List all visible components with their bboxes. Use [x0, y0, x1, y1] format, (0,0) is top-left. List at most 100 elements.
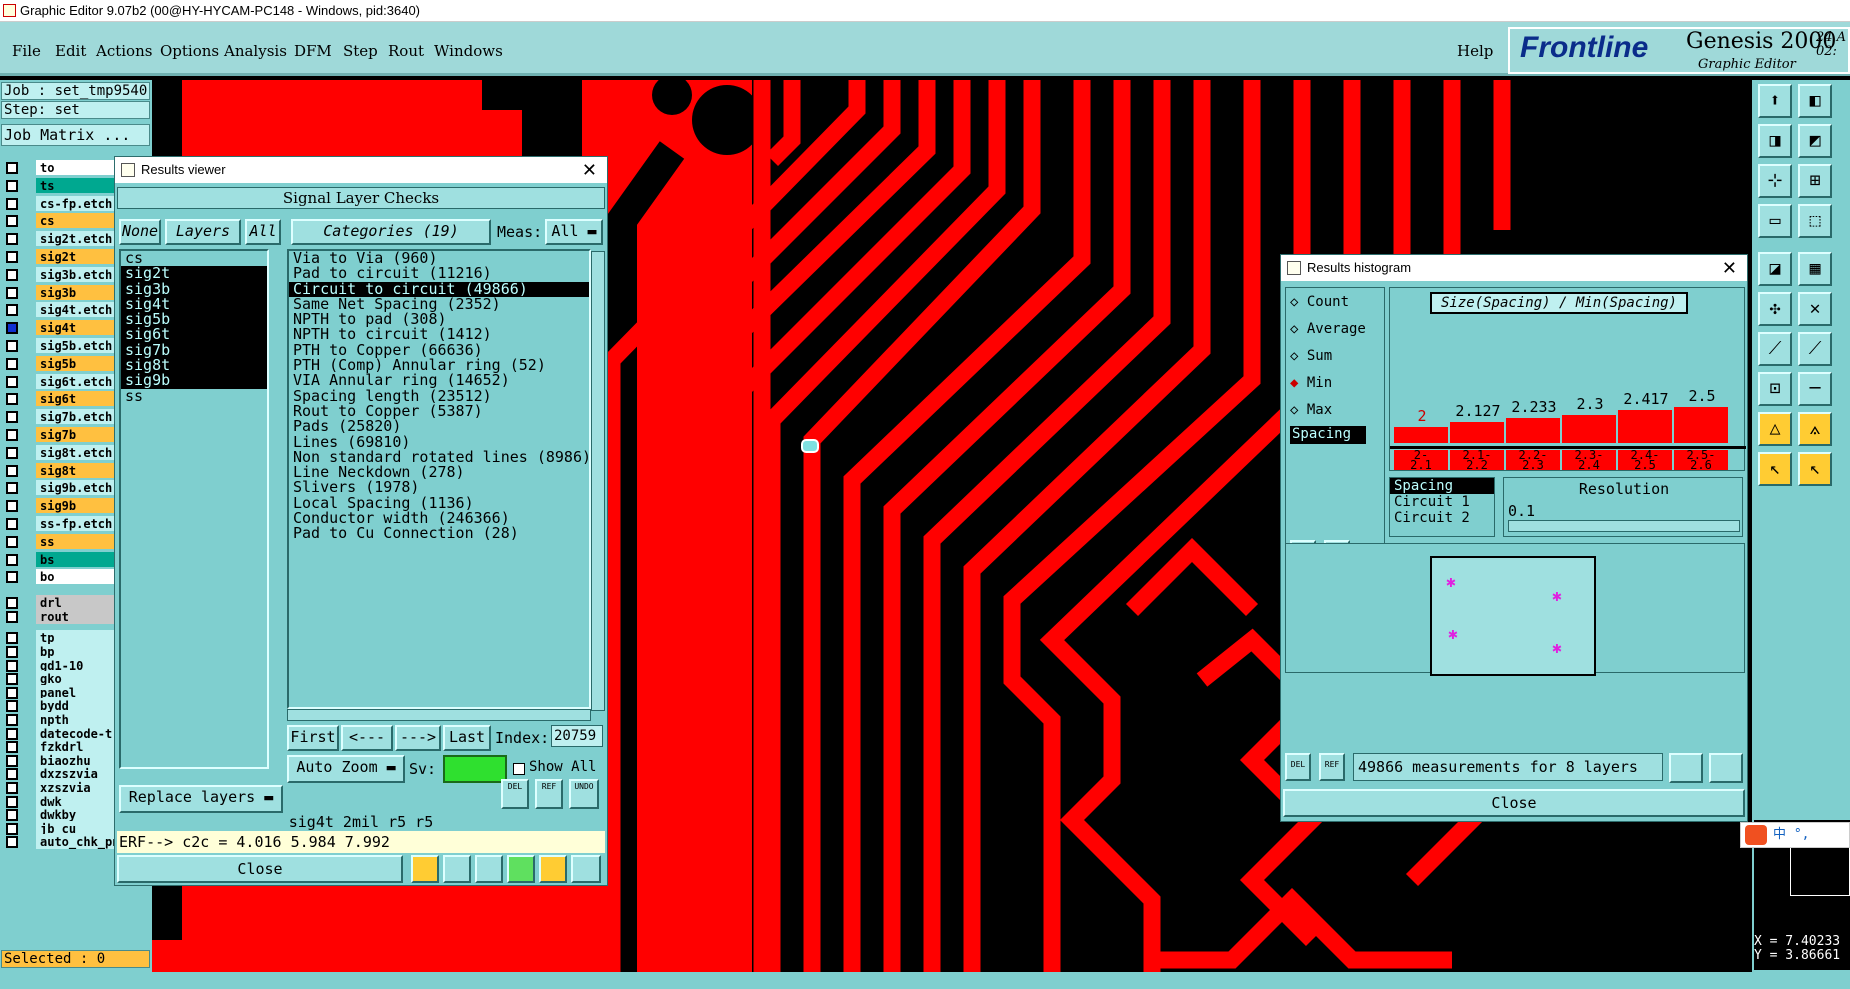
- ref-button[interactable]: REF: [1319, 753, 1345, 781]
- menu-file[interactable]: File: [12, 42, 41, 60]
- layers-button[interactable]: Layers: [165, 219, 241, 245]
- category-list[interactable]: Via to Via (960) Pad to circuit (11216) Ci…: [287, 249, 591, 709]
- layer-checkbox[interactable]: [6, 795, 18, 808]
- layer-checkbox[interactable]: [6, 518, 18, 530]
- all-button[interactable]: All: [245, 219, 281, 245]
- layer-checkbox[interactable]: [6, 304, 18, 317]
- layer-row[interactable]: sig9b: [2, 498, 118, 514]
- last-button[interactable]: Last: [443, 725, 491, 751]
- layer-row[interactable]: sig3b: [2, 284, 118, 301]
- radio-icon[interactable]: ◇: [1290, 348, 1307, 364]
- menu-windows[interactable]: Windows: [434, 42, 503, 60]
- layer-checkbox[interactable]: [6, 714, 18, 726]
- attribute-item[interactable]: Circuit 2: [1390, 510, 1494, 526]
- layer-checkbox[interactable]: [6, 597, 18, 610]
- menu-options[interactable]: Options: [160, 42, 219, 60]
- layer-checkbox[interactable]: [6, 673, 18, 686]
- grid-icon[interactable]: ⬚: [1798, 204, 1832, 238]
- tool-icon-d[interactable]: [507, 855, 535, 883]
- none-button[interactable]: None: [119, 219, 161, 245]
- layer-row[interactable]: sig7b: [2, 427, 118, 443]
- mode-option[interactable]: ◇ Max: [1290, 402, 1332, 418]
- histogram-bar[interactable]: [1506, 417, 1560, 443]
- pan-right-icon[interactable]: ◩: [1798, 124, 1832, 158]
- attribute-item[interactable]: Spacing: [1390, 478, 1494, 494]
- layer-checkbox[interactable]: [6, 357, 18, 370]
- layer-checkbox[interactable]: [6, 768, 18, 781]
- mode-option[interactable]: ◆ Min: [1290, 375, 1332, 391]
- layer-result-list[interactable]: cs sig2t sig3b sig4t sig5b sig6t sig7b sig8t sig…: [119, 249, 269, 769]
- layer-checkbox[interactable]: [6, 836, 18, 849]
- layer-checkbox[interactable]: [6, 251, 18, 263]
- chart-icon[interactable]: [1709, 753, 1743, 783]
- layer-row[interactable]: sig5b: [2, 355, 118, 372]
- layer-row[interactable]: ss-fp.etch: [2, 516, 118, 532]
- histogram-bar[interactable]: [1394, 427, 1448, 443]
- tool-icon-b[interactable]: [443, 855, 471, 883]
- layer-row[interactable]: rout: [2, 608, 118, 625]
- menu-rout[interactable]: Rout: [388, 42, 424, 60]
- layer-checkbox[interactable]: [6, 754, 18, 767]
- tool-icon-a[interactable]: [411, 855, 439, 883]
- menu-analysis[interactable]: Analysis: [224, 42, 287, 60]
- meas-select[interactable]: All ▬: [545, 219, 603, 245]
- layer-checkbox[interactable]: [6, 571, 18, 584]
- histogram-icon[interactable]: [571, 855, 601, 883]
- layer-checkbox[interactable]: [6, 482, 18, 495]
- zoom-fit-icon[interactable]: ⊹: [1758, 164, 1792, 198]
- layer-checkbox[interactable]: [6, 646, 18, 658]
- frame-icon[interactable]: ◪: [1758, 252, 1792, 286]
- close-icon[interactable]: ✕: [1722, 255, 1737, 281]
- histogram-bar[interactable]: [1450, 421, 1504, 443]
- layer-checkbox[interactable]: [6, 233, 18, 246]
- sv-color-select[interactable]: [443, 755, 507, 783]
- layer-checkbox[interactable]: [6, 446, 18, 459]
- layer-checkbox[interactable]: [6, 162, 18, 174]
- radio-icon[interactable]: ◇: [1290, 321, 1307, 337]
- layer-checkbox[interactable]: [6, 286, 18, 299]
- menu-actions[interactable]: Actions: [96, 42, 152, 60]
- layer-row[interactable]: ts: [2, 177, 118, 194]
- mode-option[interactable]: ◇ Count: [1290, 294, 1349, 310]
- layer-checkbox[interactable]: [6, 741, 18, 754]
- category-scrollbar[interactable]: [591, 251, 605, 711]
- layer-row[interactable]: sig2t.etch: [2, 231, 118, 247]
- histogram-bar[interactable]: [1562, 415, 1616, 443]
- attribute-item[interactable]: Circuit 1: [1390, 494, 1494, 510]
- layer-checkbox[interactable]: [6, 553, 18, 566]
- histogram-bar[interactable]: [1618, 410, 1672, 443]
- pointer-icon[interactable]: ↖: [1758, 452, 1792, 486]
- show-all-checkbox[interactable]: [513, 763, 525, 775]
- mode-option[interactable]: ◇ Sum: [1290, 348, 1332, 364]
- radio-icon[interactable]: ◇: [1290, 402, 1307, 418]
- del-button[interactable]: DEL: [501, 779, 529, 809]
- mode-option[interactable]: ◇ Average: [1290, 321, 1366, 337]
- layer-checkbox[interactable]: [6, 659, 18, 672]
- layer-row[interactable]: sig6t.etch: [2, 373, 118, 390]
- move-up-icon[interactable]: ⬆: [1758, 84, 1792, 118]
- layer-row[interactable]: sig3b.etch: [2, 266, 118, 283]
- layer-result-item[interactable]: ss: [121, 388, 267, 404]
- layer-checkbox[interactable]: [6, 375, 18, 388]
- polygon-icon[interactable]: ⟑: [1798, 412, 1832, 446]
- resolution-slider[interactable]: [1508, 520, 1740, 532]
- ruler-icon[interactable]: ▭: [1758, 204, 1792, 238]
- line-icon[interactable]: ⟋: [1798, 332, 1832, 366]
- export-icon[interactable]: [1669, 753, 1703, 783]
- rect-icon[interactable]: ⊡: [1758, 372, 1792, 406]
- radio-icon[interactable]: ◆: [1290, 375, 1307, 391]
- prev-button[interactable]: <---: [341, 725, 393, 751]
- close-button[interactable]: Close: [1283, 789, 1745, 817]
- layer-checkbox[interactable]: [6, 429, 18, 441]
- snap-icon[interactable]: ◧: [1798, 84, 1832, 118]
- tool-icon-c[interactable]: [475, 855, 503, 883]
- line-icon[interactable]: ⟋: [1758, 332, 1792, 366]
- layer-row[interactable]: sig7b.etch: [2, 409, 118, 425]
- preview-thumbnail[interactable]: ✱ ✱ ✱ ✱: [1430, 556, 1596, 676]
- pointer-icon[interactable]: ↖: [1798, 452, 1832, 486]
- layer-row[interactable]: cs-fp.etch: [2, 195, 118, 212]
- layer-row[interactable]: sig8t: [2, 462, 118, 479]
- next-button[interactable]: --->: [395, 725, 441, 751]
- triangle-icon[interactable]: △: [1758, 412, 1792, 446]
- select-icon[interactable]: ▦: [1798, 252, 1832, 286]
